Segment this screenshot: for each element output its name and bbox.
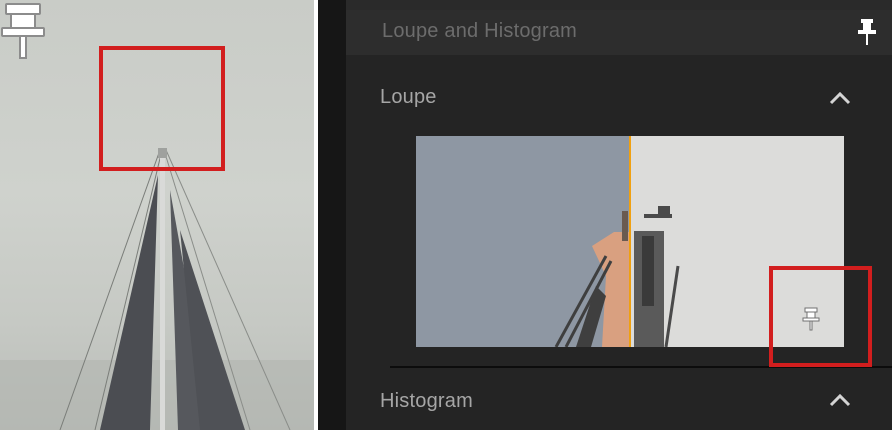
histogram-title[interactable]: Histogram: [380, 390, 473, 413]
chevron-up-icon[interactable]: [828, 393, 852, 407]
highlight-box: [99, 46, 225, 171]
photo-preview[interactable]: [0, 0, 314, 430]
pin-icon[interactable]: [0, 0, 46, 62]
highlight-box: [769, 266, 872, 367]
loupe-section: Loupe Histogram: [346, 55, 892, 430]
loupe-histogram-panel: Loupe and Histogram Loupe Histogram: [318, 0, 892, 430]
loupe-title[interactable]: Loupe: [380, 86, 437, 109]
panel-header: Loupe and Histogram: [346, 0, 892, 55]
pin-icon[interactable]: [858, 18, 876, 46]
panel-title: Loupe and Histogram: [382, 20, 578, 42]
chevron-up-icon[interactable]: [828, 91, 852, 105]
